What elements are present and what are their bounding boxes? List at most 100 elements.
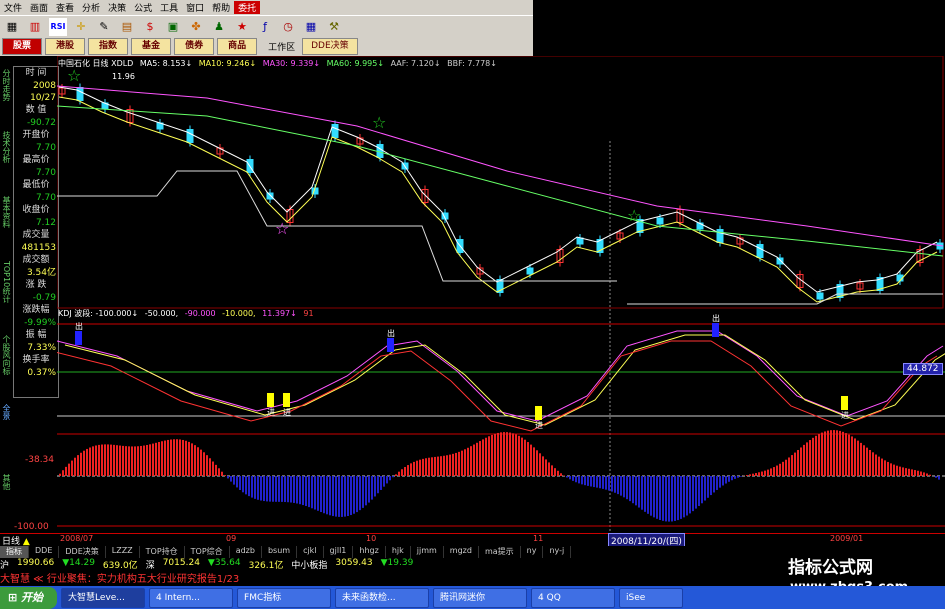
star-icon[interactable]: ★ [233, 18, 251, 36]
tab-index[interactable]: 指数 [88, 38, 129, 55]
taskbar-item[interactable]: 未来函数检... [335, 587, 430, 608]
menu-window[interactable]: 窗口 [182, 1, 208, 14]
oscillator-bar [455, 452, 457, 476]
indicator-tab[interactable]: hhgz [353, 546, 386, 558]
rsi-icon[interactable]: RSI [49, 17, 67, 36]
news-text[interactable]: 大智慧 ≪ 行业聚焦：实力机构五大行业研究报告1/23 [0, 570, 239, 585]
chart-icon[interactable]: ▥ [26, 18, 44, 36]
indicator-tab[interactable]: cjkl [297, 546, 324, 558]
dde-decision-button[interactable]: DDE决策 [302, 38, 358, 55]
oscillator-bar [770, 468, 772, 476]
oscillator-bar [113, 444, 115, 476]
indicator-tab[interactable]: TOP综合 [185, 546, 230, 558]
sz-change: ▼35.64 [207, 558, 241, 568]
formula-icon[interactable]: ƒ [256, 18, 274, 36]
vtab-top10[interactable]: TOP10统计 [0, 247, 12, 317]
indicator-tab[interactable]: LZZZ [106, 546, 140, 558]
vtab-vane[interactable]: 个股风向标 [0, 322, 12, 387]
indicator-tab[interactable]: gjll1 [324, 546, 354, 558]
indicator-tab[interactable]: bsum [262, 546, 298, 558]
tab-commodity[interactable]: 商品 [217, 38, 258, 55]
indicator-tab[interactable]: 指标 [0, 546, 29, 558]
indicator-tab[interactable]: adzb [230, 546, 262, 558]
oscillator-bar [311, 476, 313, 509]
vtab-panorama[interactable]: 全景 [0, 397, 12, 427]
taskbar-item[interactable]: FMC指标 [237, 587, 332, 608]
stock-icon[interactable]: $ [141, 18, 159, 36]
oscillator-bar [641, 476, 643, 510]
grid-icon[interactable]: ▦ [3, 18, 21, 36]
taskbar-item[interactable]: 4 Intern... [149, 587, 234, 608]
value-label: 数 值 [25, 105, 47, 115]
people-icon[interactable]: ♟ [210, 18, 228, 36]
menu-screen[interactable]: 画面 [26, 1, 52, 14]
news-ticker[interactable]: 大智慧 ≪ 行业聚焦：实力机构五大行业研究报告1/23 [0, 570, 760, 585]
tools-icon[interactable]: ⚒ [325, 18, 343, 36]
oscillator-bar [290, 476, 292, 503]
crosshair-icon[interactable]: ✛ [72, 18, 90, 36]
taskbar-item[interactable]: 4 QQ [531, 587, 616, 608]
oscillator-bar [608, 476, 610, 491]
puzzle-icon[interactable]: ✤ [187, 18, 205, 36]
workspace-label[interactable]: 工作区 [268, 40, 295, 53]
oscillator-bar [605, 476, 607, 490]
menu-formula[interactable]: 公式 [130, 1, 156, 14]
menu-analysis[interactable]: 分析 [78, 1, 104, 14]
pencil-icon[interactable]: ✎ [95, 18, 113, 36]
oscillator-bar [197, 447, 199, 476]
clock-icon[interactable]: ◷ [279, 18, 297, 36]
vtab-intraday[interactable]: 分时走势 [0, 57, 12, 112]
abacus-icon[interactable]: ▤ [118, 18, 136, 36]
oscillator-bar [380, 476, 382, 490]
start-button[interactable]: ⊞ 开始 [0, 586, 58, 609]
menu-help[interactable]: 帮助 [208, 1, 234, 14]
oscillator-bar [68, 463, 70, 476]
oscillator-bar [389, 476, 391, 481]
oscillator-bar [185, 440, 187, 476]
tab-fund[interactable]: 基金 [131, 38, 172, 55]
indicator-tab[interactable]: DDE决策 [59, 546, 106, 558]
indicator-tab[interactable]: ny-j [543, 546, 572, 558]
indicator-tab[interactable]: ma提示 [479, 546, 521, 558]
tab-hk[interactable]: 港股 [45, 38, 86, 55]
oscillator-bar [695, 476, 697, 509]
indicator-tab[interactable]: TOP持仓 [140, 546, 185, 558]
taskbar-item[interactable]: iSee [619, 587, 684, 608]
oscillator-bar [419, 459, 421, 476]
oscillator-bar [305, 476, 307, 507]
vtab-profile[interactable]: 基本资料 [0, 182, 12, 242]
oscillator-bar [494, 433, 496, 476]
oscillator-bar [575, 476, 577, 483]
menu-decision[interactable]: 决策 [104, 1, 130, 14]
chart-book-icon[interactable]: ▣ [164, 18, 182, 36]
oscillator-bar [626, 476, 628, 500]
taskbar-item[interactable]: 大智慧Leve... [61, 587, 146, 608]
oscillator-bar [662, 476, 664, 521]
indicator-tab[interactable]: hjk [386, 546, 411, 558]
tab-bond[interactable]: 债券 [174, 38, 215, 55]
tab-stocks[interactable]: 股票 [2, 38, 43, 55]
date-tick: 11 [533, 534, 544, 543]
stock-chart-area[interactable]: ☆☆☆☆ 出出出进 进进进 [57, 56, 945, 534]
oscillator-bar [749, 474, 751, 476]
vtab-technical[interactable]: 技术分析 [0, 117, 12, 177]
oscillator-bar [89, 447, 91, 476]
indicator-tab[interactable]: mgzd [444, 546, 479, 558]
oscillator-bar [404, 467, 406, 476]
watermark-title: 指标公式网 [788, 558, 873, 578]
oscillator-bar [164, 440, 166, 476]
oscillator-bar [278, 476, 280, 502]
menu-file[interactable]: 文件 [0, 1, 26, 14]
taskbar-item[interactable]: 腾讯网迷你 [433, 587, 528, 608]
indicator-tab[interactable]: ny [521, 546, 544, 558]
menu-view[interactable]: 查看 [52, 1, 78, 14]
table-icon[interactable]: ▦ [302, 18, 320, 36]
vtab-other[interactable]: 其他 [0, 467, 12, 497]
indicator-tab[interactable]: DDE [29, 546, 60, 558]
candle-body [186, 129, 194, 143]
indicator-tab[interactable]: jjmm [411, 546, 444, 558]
menu-trade[interactable]: 委托 [234, 1, 261, 14]
oscillator-bar [158, 442, 160, 476]
index-quote-bar: 沪 1990.66 ▼14.29 639.0亿 深 7015.24 ▼35.64… [0, 558, 760, 571]
menu-tools[interactable]: 工具 [156, 1, 182, 14]
